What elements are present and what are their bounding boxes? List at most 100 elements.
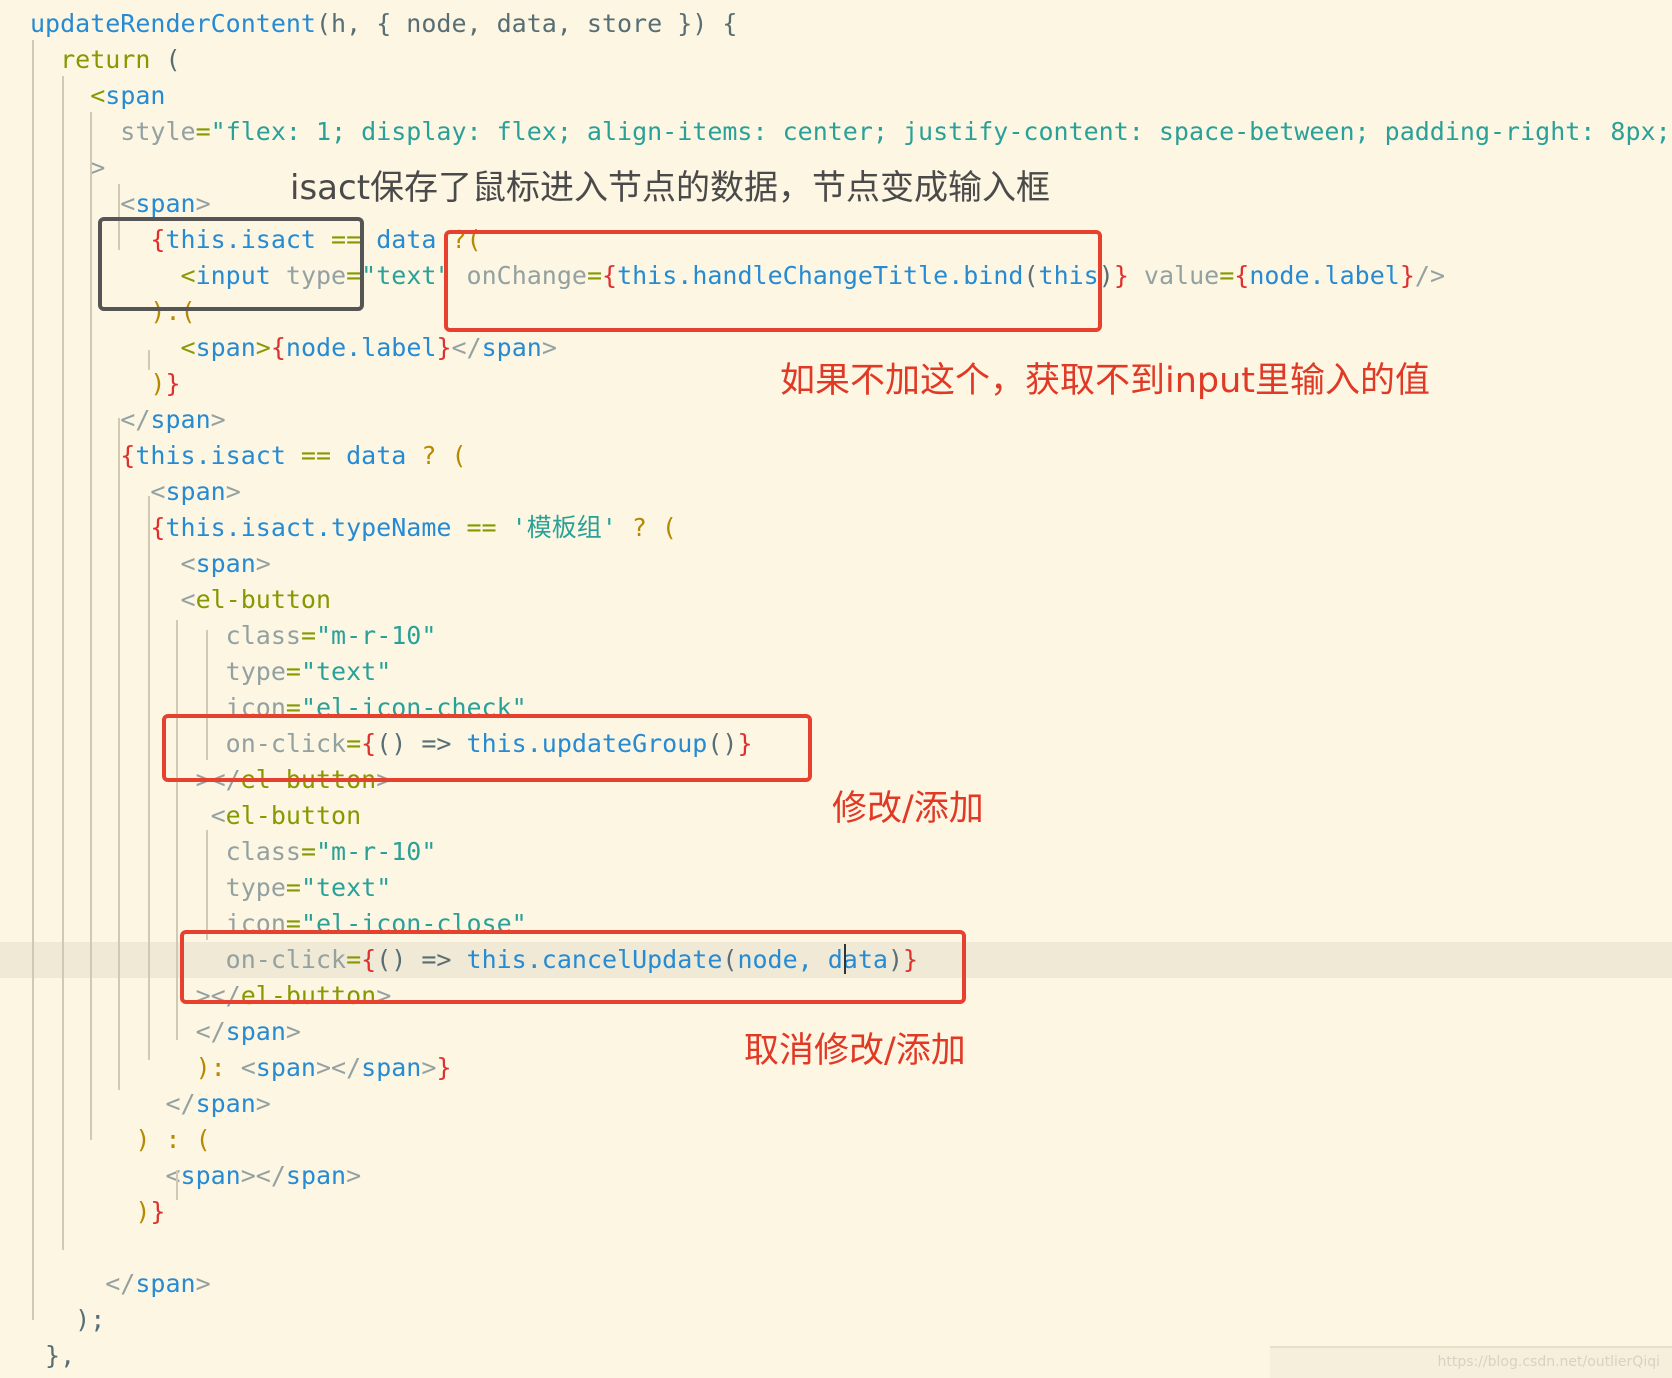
code-token: data: [376, 225, 437, 254]
indent-guide: [206, 830, 208, 940]
code-token: <: [30, 477, 166, 506]
code-token: >: [541, 333, 557, 362]
code-token: style: [30, 117, 196, 146]
code-token: "flex: 1; display: flex; align-items: ce…: [210, 117, 1672, 146]
code-token: (: [150, 45, 181, 74]
indent-guide: [148, 496, 150, 1060]
code-token: this.isact.typeName: [165, 513, 452, 542]
code-token: ></: [240, 1161, 286, 1190]
code-token: );: [30, 1305, 106, 1334]
code-token: span: [150, 405, 211, 434]
code-token: ): [30, 369, 166, 398]
indent-guide: [118, 418, 120, 1090]
code-line[interactable]: updateRenderContent(h, { node, data, sto…: [0, 6, 1672, 42]
code-token: =: [1219, 261, 1235, 290]
code-token: </: [451, 333, 482, 362]
bind-highlight-box: [444, 230, 1102, 332]
text-cursor: [844, 944, 846, 974]
code-token: =: [300, 837, 316, 866]
code-token: }: [436, 1053, 452, 1082]
code-token: ==: [451, 513, 512, 542]
indent-guide: [148, 350, 150, 370]
code-line[interactable]: <span>: [0, 474, 1672, 510]
code-editor[interactable]: updateRenderContent(h, { node, data, sto…: [0, 0, 1672, 1378]
code-token: span: [165, 477, 226, 506]
code-token: },: [30, 1341, 76, 1370]
code-line[interactable]: class="m-r-10": [0, 834, 1672, 870]
code-token: >: [225, 477, 241, 506]
code-token: node.label: [1249, 261, 1400, 290]
code-token: class: [30, 837, 301, 866]
code-token: =: [195, 117, 211, 146]
code-token: span: [195, 333, 256, 362]
code-token: span: [255, 1053, 316, 1082]
code-line[interactable]: type="text": [0, 654, 1672, 690]
bind-annotation: 如果不加这个，获取不到input里输入的值: [780, 361, 1431, 401]
code-token: }: [1399, 261, 1415, 290]
code-line[interactable]: </span>: [0, 402, 1672, 438]
code-token: =: [285, 657, 301, 686]
code-token: </: [30, 1269, 136, 1298]
code-token: {: [1234, 261, 1250, 290]
code-token: <: [30, 585, 196, 614]
watermark-text: https://blog.csdn.net/outlierQiqi: [1437, 1354, 1660, 1370]
code-line[interactable]: <el-button: [0, 582, 1672, 618]
code-token: span: [285, 1161, 347, 1190]
code-line[interactable]: return (: [0, 42, 1672, 78]
code-line[interactable]: style="flex: 1; display: flex; align-ite…: [0, 114, 1672, 150]
code-token: this.isact: [135, 441, 286, 470]
code-token: />: [1414, 261, 1445, 290]
code-token: <: [30, 549, 196, 578]
code-token: >: [255, 333, 271, 362]
code-token: >: [421, 1053, 437, 1082]
code-token: >: [255, 549, 271, 578]
code-token: el-button: [225, 801, 362, 830]
code-line[interactable]: {this.isact == data ? (: [0, 438, 1672, 474]
code-token: data: [346, 441, 407, 470]
code-token: ? (: [406, 441, 467, 470]
code-token: <: [30, 801, 226, 830]
code-token: ) : (: [30, 1125, 211, 1154]
code-line[interactable]: )}: [0, 1194, 1672, 1230]
code-token: return: [30, 45, 151, 74]
cancel-annotation: 取消修改/添加: [744, 1031, 966, 1071]
code-token: =: [300, 621, 316, 650]
code-token: (h, { node, data, store }) {: [315, 9, 738, 38]
code-token: >: [210, 405, 226, 434]
code-token: ==: [285, 441, 347, 470]
code-token: </: [30, 1017, 226, 1046]
code-token: >: [285, 1017, 301, 1046]
cancel-highlight-box: [180, 930, 966, 1004]
code-token: >: [30, 153, 106, 182]
code-token: "m-r-10": [316, 837, 437, 866]
code-token: span: [135, 1269, 196, 1298]
code-token: span: [180, 1161, 241, 1190]
code-token: >: [346, 1161, 362, 1190]
code-line[interactable]: </span>: [0, 1086, 1672, 1122]
code-token: {: [270, 333, 286, 362]
code-token: node.label: [285, 333, 437, 362]
code-token: }: [150, 1197, 166, 1226]
code-token: type: [30, 657, 286, 686]
code-line[interactable]: ) : (: [0, 1122, 1672, 1158]
isact-annotation: isact保存了鼠标进入节点的数据，节点变成输入框: [290, 168, 1051, 208]
isact-highlight-box: [98, 217, 364, 311]
code-token: ): [30, 1197, 151, 1226]
code-line[interactable]: class="m-r-10": [0, 618, 1672, 654]
code-token: <: [30, 81, 106, 110]
code-line[interactable]: [0, 1230, 1672, 1266]
code-line[interactable]: <span>: [0, 546, 1672, 582]
code-token: span: [361, 1053, 422, 1082]
code-token: >: [195, 1269, 211, 1298]
code-token: {: [30, 513, 166, 542]
code-line[interactable]: <span></span>: [0, 1158, 1672, 1194]
code-token: span: [195, 1089, 256, 1118]
code-line[interactable]: </span>: [0, 1266, 1672, 1302]
code-token: span: [481, 333, 542, 362]
code-line[interactable]: <span: [0, 78, 1672, 114]
code-token: <: [240, 1053, 256, 1082]
code-line[interactable]: {this.isact.typeName == '模板组' ? (: [0, 510, 1672, 546]
code-token: >: [255, 1089, 271, 1118]
code-line[interactable]: );: [0, 1302, 1672, 1338]
code-line[interactable]: type="text": [0, 870, 1672, 906]
